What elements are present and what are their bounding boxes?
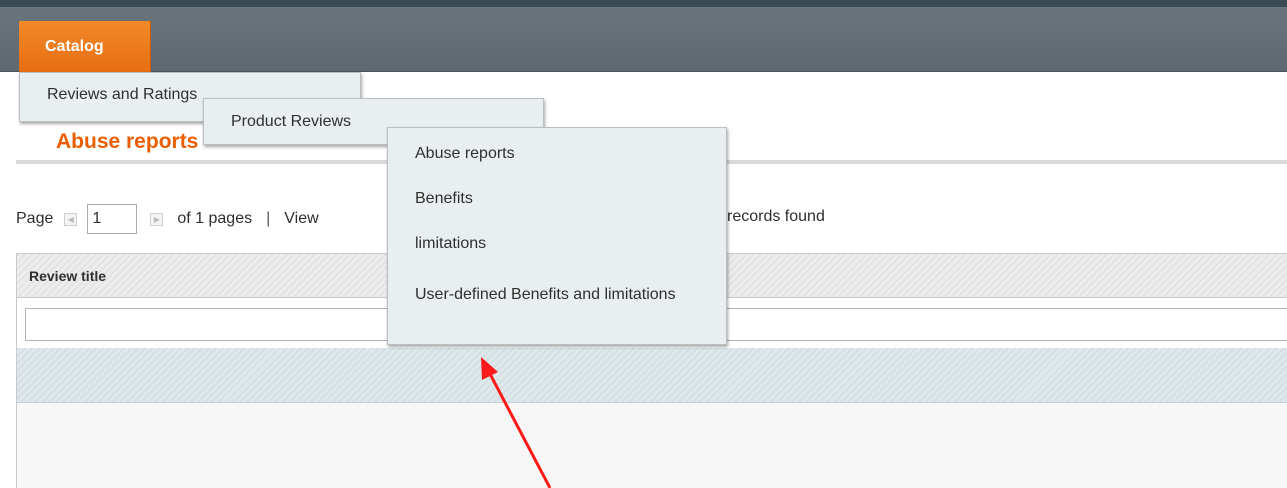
empty-result-row [17, 348, 1287, 403]
top-strip [0, 0, 1287, 7]
previous-page-icon[interactable]: ◀ [64, 212, 78, 226]
view-label: View [284, 210, 319, 227]
menu-item-benefits[interactable]: Benefits [415, 186, 695, 212]
main-navigation: Catalog [0, 7, 1287, 79]
menu-item-product-reviews[interactable]: Product Reviews [231, 113, 351, 131]
column-header-review-title[interactable]: Review title [29, 268, 106, 284]
page-title: Abuse reports [56, 130, 199, 153]
menu-item-user-defined-benefits-and-limitations[interactable]: User-defined Benefits and limitations [415, 282, 695, 308]
menu-item-limitations[interactable]: limitations [415, 231, 695, 257]
menu-item-abuse-reports[interactable]: Abuse reports [415, 141, 695, 167]
pager: Page ◀ ▶ of 1 pages | View [16, 203, 319, 235]
next-page-icon[interactable]: ▶ [150, 212, 164, 226]
menu-item-reviews-and-ratings[interactable]: Reviews and Ratings [47, 86, 197, 104]
product-reviews-submenu: Abuse reports Benefits limitations User-… [387, 127, 727, 345]
of-pages-label: of 1 pages [177, 210, 253, 227]
page-label: Page [16, 210, 54, 227]
nav-catalog-tab[interactable]: Catalog [19, 21, 151, 79]
pager-separator: | [266, 210, 271, 227]
page-number-input[interactable] [87, 204, 138, 234]
records-found-label: records found [727, 208, 825, 225]
